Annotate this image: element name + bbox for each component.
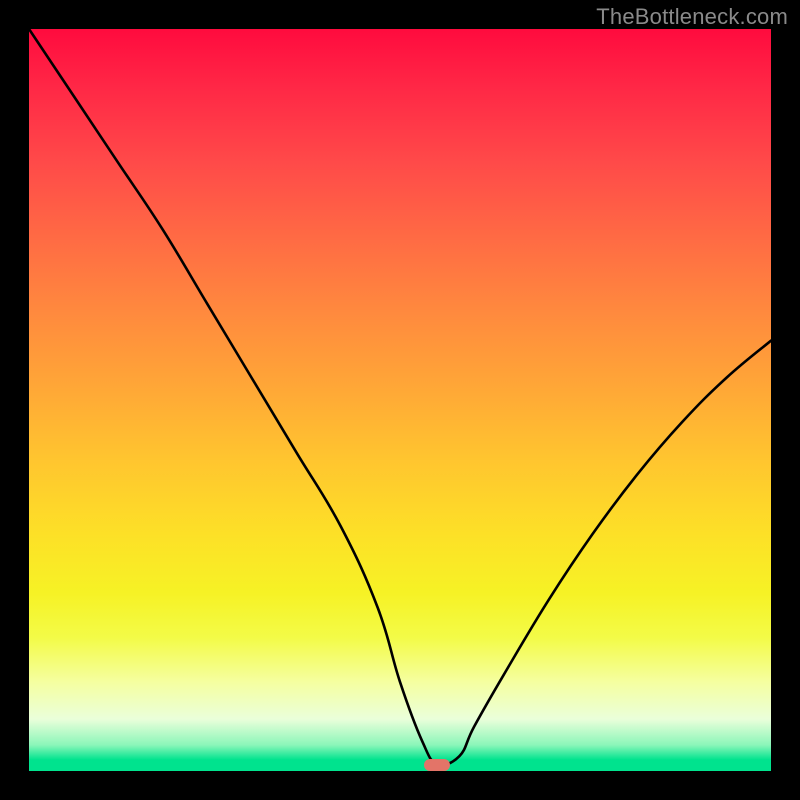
chart-frame: TheBottleneck.com [0,0,800,800]
optimal-marker [424,759,450,771]
watermark-text: TheBottleneck.com [596,4,788,30]
bottleneck-curve [29,29,771,765]
curve-layer [29,29,771,771]
plot-area [29,29,771,771]
